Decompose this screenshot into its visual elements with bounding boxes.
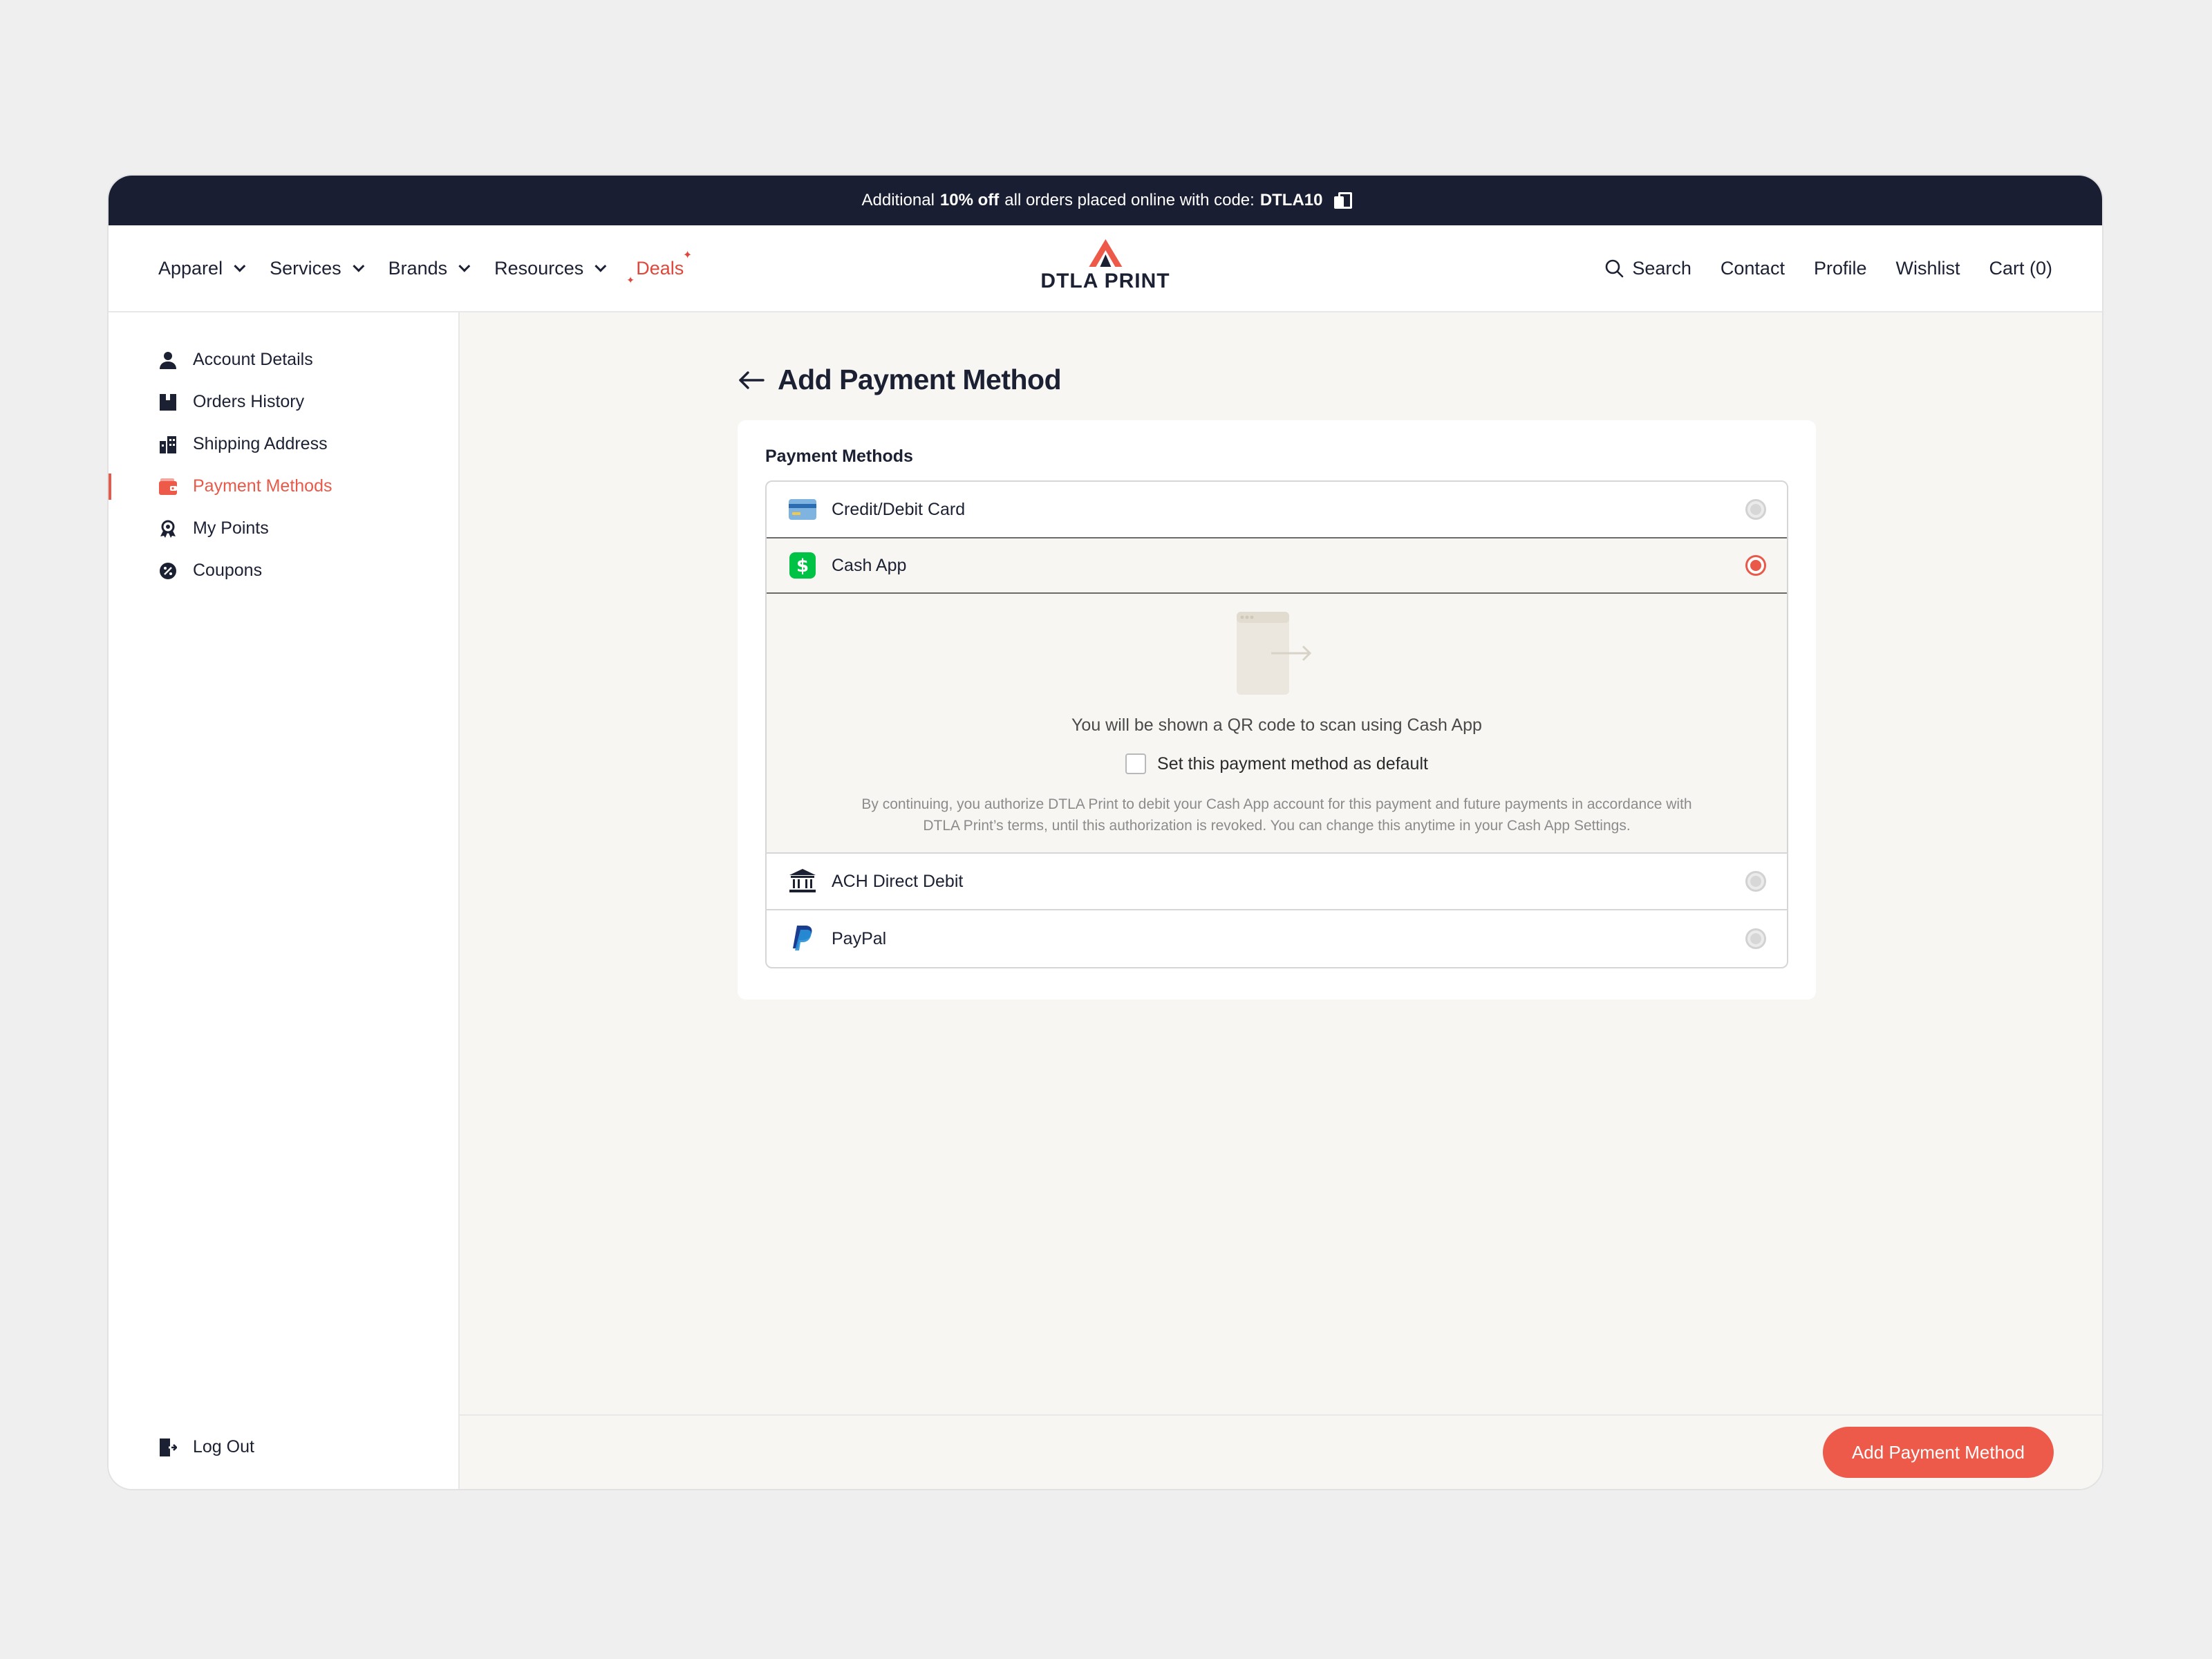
sidebar-item-label: Coupons [193,561,263,580]
user-icon [158,350,178,370]
sidebar-item-my-points[interactable]: My Points [109,507,458,550]
method-cash-app[interactable]: $ Cash App [767,537,1787,594]
add-payment-method-button[interactable]: Add Payment Method [1822,1427,2054,1478]
sidebar-item-logout[interactable]: Log Out [109,1426,458,1468]
payment-methods-card: Payment Methods Credit/Debit Card $ Cash… [738,420,1816,1000]
search-icon [1606,259,1624,278]
promo-prefix: Additional [861,191,935,209]
profile-link[interactable]: Profile [1814,258,1867,279]
nav-brands[interactable]: Brands [388,257,471,279]
method-credit-card[interactable]: Credit/Debit Card [767,482,1787,538]
percent-icon [158,561,178,581]
payment-methods-list: Credit/Debit Card $ Cash App You will be… [765,480,1788,968]
bank-icon [789,868,816,895]
nav-deals[interactable]: ✦ Deals ✦ [626,250,692,285]
sidebar-item-label: Account Details [193,350,313,369]
nav-resources[interactable]: Resources [494,257,607,279]
search-label: Search [1632,257,1691,279]
action-footer: Add Payment Method [460,1414,2102,1489]
method-name: Credit/Debit Card [832,499,966,519]
box-icon [158,393,178,412]
sidebar-item-label: Shipping Address [193,434,328,453]
account-sidebar: Account Details Orders History Shipping … [109,312,460,1489]
nav-apparel-label: Apparel [158,257,223,279]
chevron-down-icon [234,260,246,272]
qr-instructions: You will be shown a QR code to scan usin… [1071,715,1482,735]
search-link[interactable]: Search [1604,258,1691,279]
chevron-down-icon [458,260,471,272]
logout-icon [158,1438,178,1457]
main-content: Add Payment Method Payment Methods Credi… [460,312,2102,1489]
default-checkbox[interactable] [1125,753,1147,774]
cash-app-icon: $ [789,552,816,579]
promo-code: DTLA10 [1259,191,1323,209]
logo-mark-icon [1088,239,1122,267]
method-name: Cash App [832,555,907,575]
wallet-icon [158,477,178,496]
page-title: Add Payment Method [778,364,1062,395]
contact-link[interactable]: Contact [1721,258,1785,279]
sidebar-item-label: Orders History [193,392,305,411]
paypal-icon [789,925,816,953]
logout-label: Log Out [193,1437,254,1456]
app-window: Additional 10% off all orders placed onl… [109,176,2102,1489]
svg-text:$: $ [796,556,809,577]
method-ach-direct-debit[interactable]: ACH Direct Debit [767,854,1787,910]
site-logo[interactable]: DTLA PRINT [1040,238,1170,293]
logo-text: DTLA PRINT [1040,270,1170,292]
medal-icon [158,519,178,538]
chevron-down-icon [594,260,607,272]
nav-brands-label: Brands [388,257,448,279]
method-paypal[interactable]: PayPal [767,910,1787,967]
sidebar-item-payment-methods[interactable]: Payment Methods [109,465,458,507]
page-body: Account Details Orders History Shipping … [109,312,2102,1489]
chevron-down-icon [352,260,364,272]
sidebar-item-coupons[interactable]: Coupons [109,550,458,592]
authorization-text: By continuing, you authorize DTLA Print … [801,794,1752,836]
nav-apparel[interactable]: Apparel [158,257,246,279]
method-radio[interactable] [1745,871,1766,892]
back-arrow-icon[interactable] [738,371,765,390]
browser-redirect-illustration [1237,612,1312,695]
nav-services-label: Services [270,257,341,279]
credit-card-icon [789,496,816,523]
nav-services[interactable]: Services [270,257,364,279]
method-radio-selected[interactable] [1745,555,1766,576]
sidebar-item-shipping-address[interactable]: Shipping Address [109,423,458,465]
nav-resources-label: Resources [494,257,584,279]
promo-middle: all orders placed online with code: [1004,191,1255,209]
nav-utilities: Search Contact Profile Wishlist Cart (0) [1604,258,2052,279]
default-label: Set this payment method as default [1157,753,1428,774]
default-option[interactable]: Set this payment method as default [801,753,1752,774]
sparkle-icon: ✦ [626,274,635,285]
nav-deals-label: Deals [636,257,684,279]
method-radio[interactable] [1745,499,1766,520]
wishlist-link[interactable]: Wishlist [1895,258,1960,279]
section-label: Payment Methods [765,447,913,466]
sidebar-item-orders-history[interactable]: Orders History [109,381,458,423]
nav-menu: Apparel Services Brands Resources ✦ Deal… [158,250,692,285]
sidebar-item-account-details[interactable]: Account Details [109,339,458,381]
building-icon [158,435,178,454]
page-header: Add Payment Method [738,364,1062,396]
promo-banner: Additional 10% off all orders placed onl… [109,176,2102,225]
method-name: PayPal [832,928,887,948]
promo-discount: 10% off [939,191,1000,209]
copy-icon[interactable] [1333,192,1352,209]
sidebar-item-label: Payment Methods [193,476,332,496]
sparkle-icon: ✦ [682,249,693,261]
cash-app-details: You will be shown a QR code to scan usin… [767,594,1787,854]
legal-line-1: By continuing, you authorize DTLA Print … [861,796,1692,812]
top-nav: Apparel Services Brands Resources ✦ Deal… [109,225,2102,312]
method-radio[interactable] [1745,928,1766,949]
sidebar-item-label: My Points [193,518,269,538]
method-name: ACH Direct Debit [832,871,964,891]
cart-link[interactable]: Cart (0) [1989,258,2052,279]
legal-line-2: DTLA Print’s terms, until this authoriza… [923,818,1631,834]
